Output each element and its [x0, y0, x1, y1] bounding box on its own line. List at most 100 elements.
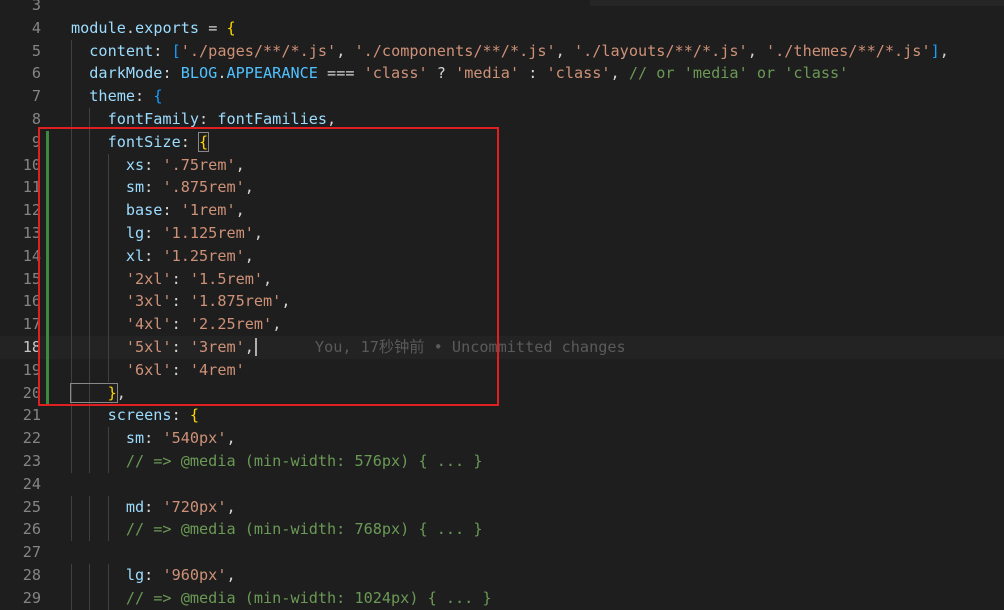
code-text: },: [70, 382, 126, 405]
code-token: sm: [71, 178, 145, 197]
git-added-marker: [46, 244, 49, 268]
code-token: theme: [71, 87, 136, 106]
code-token: ,: [116, 383, 126, 402]
code-line[interactable]: 3: [0, 0, 1004, 17]
text-cursor: [254, 338, 257, 357]
code-line[interactable]: 4 module.exports = {: [0, 17, 1004, 40]
code-token: '540px': [162, 429, 227, 448]
code-token: ,: [263, 269, 273, 288]
code-text: '3xl': '1.875rem',: [71, 290, 291, 313]
code-token: content: [71, 41, 154, 60]
code-line[interactable]: 27: [0, 541, 1004, 564]
code-text: xs: '.75rem',: [71, 154, 245, 177]
code-token: lg: [71, 565, 145, 584]
code-line[interactable]: 21 screens: {: [0, 404, 1004, 428]
git-added-marker: [46, 199, 49, 222]
line-number: 5: [31, 41, 41, 60]
code-token: md: [71, 497, 145, 516]
code-token: :: [180, 132, 200, 151]
code-token: '1.125rem': [162, 223, 254, 242]
code-text: // => @media (min-width: 576px) { ... }: [71, 450, 483, 473]
code-line[interactable]: 23 // => @media (min-width: 576px) { ...…: [0, 449, 1004, 473]
code-line[interactable]: 5 content: ['./pages/**/*.js', './compon…: [0, 39, 1004, 63]
code-token: ,: [281, 292, 291, 311]
line-number: 21: [22, 406, 41, 425]
code-token: {: [189, 406, 200, 425]
code-text: darkMode: BLOG.APPEARANCE === 'class' ? …: [71, 62, 848, 85]
code-line[interactable]: 16 '3xl': '1.875rem',: [0, 290, 1004, 314]
code-token: xl: [71, 246, 145, 265]
code-editor[interactable]: 3 4 module.exports = {5 content: ['./pages…: [0, 0, 1004, 610]
code-line[interactable]: 17 '4xl': '2.25rem',: [0, 313, 1004, 336]
code-text: '4xl': '2.25rem',: [71, 313, 281, 336]
git-added-marker: [46, 267, 49, 291]
code-line[interactable]: 28 lg: '960px',: [0, 563, 1004, 587]
code-token: '1.875rem': [189, 292, 282, 311]
code-token: '4xl': [71, 315, 172, 334]
code-line[interactable]: 15 '2xl': '1.5rem',: [0, 267, 1004, 291]
code-line[interactable]: 22 sm: '540px',: [0, 427, 1004, 450]
code-line[interactable]: 9 fontSize: {: [0, 130, 1004, 154]
code-line[interactable]: 20 },: [0, 381, 1004, 405]
code-line[interactable]: 26 // => @media (min-width: 768px) { ...…: [0, 518, 1004, 542]
code-line[interactable]: 13 lg: '1.125rem',: [0, 221, 1004, 245]
code-token: '2.25rem': [189, 315, 273, 334]
code-token: '.875rem': [162, 178, 245, 197]
line-number: 7: [31, 87, 41, 106]
line-number: 27: [22, 543, 41, 562]
code-line[interactable]: 12 base: '1rem',: [0, 199, 1004, 222]
code-token: ,: [253, 223, 264, 242]
code-token: module: [71, 18, 126, 37]
code-token: ,: [939, 41, 949, 60]
code-line[interactable]: 10 xs: '.75rem',: [0, 153, 1004, 177]
code-token: :: [144, 246, 163, 265]
code-token: fontSize: [71, 132, 181, 151]
code-token: '5xl': [71, 337, 172, 356]
line-number: 9: [31, 132, 41, 151]
code-token: darkMode: [71, 64, 163, 83]
code-text: '6xl': '4rem': [71, 359, 245, 382]
line-number: 18: [22, 337, 41, 356]
code-token: '720px': [162, 497, 227, 516]
code-token: ,: [747, 41, 766, 60]
code-token: './components/**/*.js': [354, 41, 556, 60]
code-line[interactable]: 14 xl: '1.25rem',: [0, 244, 1004, 268]
code-token: ,: [244, 337, 254, 356]
code-line[interactable]: 7 theme: {: [0, 85, 1004, 108]
code-line[interactable]: 24: [0, 473, 1004, 496]
code-token: ,: [235, 155, 245, 174]
code-text: base: '1rem',: [71, 199, 245, 222]
code-line[interactable]: 19 '6xl': '4rem': [0, 358, 1004, 382]
code-line[interactable]: 11 sm: '.875rem',: [0, 176, 1004, 200]
code-token: :: [171, 292, 190, 311]
line-number: 25: [22, 497, 41, 516]
code-line[interactable]: 18 '5xl': '3rem', You, 17秒钟前 • Uncommitte…: [0, 335, 1004, 359]
code-token: '3xl': [71, 292, 172, 311]
code-token: '1.5rem': [189, 269, 264, 288]
code-token: :: [144, 429, 163, 448]
code-token: ,: [226, 429, 236, 448]
line-number: 20: [22, 383, 41, 402]
code-text: content: ['./pages/**/*.js', './componen…: [71, 40, 949, 63]
line-number: 26: [22, 520, 41, 539]
code-text: // => @media (min-width: 768px) { ... }: [71, 518, 483, 541]
line-number: 17: [22, 315, 41, 334]
code-token: :: [199, 109, 218, 128]
code-token: [: [171, 41, 181, 60]
code-token: // => @media (min-width: 768px) { ... }: [71, 520, 483, 539]
line-number: 12: [22, 201, 41, 220]
line-number: 13: [22, 223, 41, 242]
code-line[interactable]: 8 fontFamily: fontFamilies,: [0, 107, 1004, 131]
code-token: {: [226, 18, 236, 37]
code-token: :: [162, 201, 181, 220]
code-text: fontFamily: fontFamilies,: [71, 108, 337, 131]
code-line[interactable]: 29 // => @media (min-width: 1024px) { ..…: [0, 586, 1004, 610]
line-number: 6: [31, 64, 41, 83]
code-line[interactable]: 25 md: '720px',: [0, 495, 1004, 519]
code-token: {: [198, 131, 210, 152]
code-token: fontFamilies: [217, 109, 328, 128]
code-token: :: [144, 565, 163, 584]
code-line[interactable]: 6 darkMode: BLOG.APPEARANCE === 'class' …: [0, 62, 1004, 86]
code-token: ,: [610, 64, 629, 83]
code-token: {: [153, 87, 163, 106]
